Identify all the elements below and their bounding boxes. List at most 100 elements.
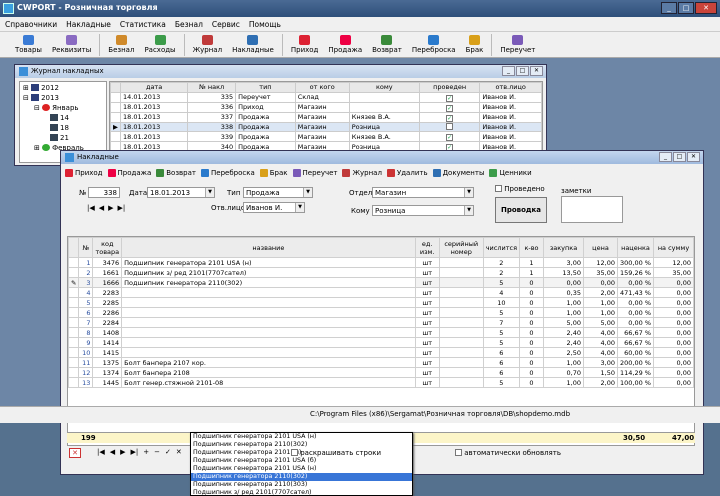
invoice-minimize-button[interactable]: _: [659, 152, 672, 162]
grid-row[interactable]: 8 1408 шт 5 0 2,40 4,00 66,67 % 0,00: [68, 327, 694, 338]
invoice-close-button[interactable]: ✕: [687, 152, 700, 162]
invoice-toolbar-button[interactable]: Продажа: [107, 169, 151, 177]
responsible-select[interactable]: Иванов И. ▼: [243, 202, 305, 213]
grid-row[interactable]: 12 1374 Болт банпера 2108 шт 6 0 0,70 1,50 114,2…: [68, 367, 694, 378]
grid-cancel-icon[interactable]: ✕: [176, 448, 182, 456]
maximize-button[interactable]: □: [678, 2, 694, 14]
grid-row[interactable]: 1 3476 Подшипник генератора 2101 USA (н) шт…: [68, 257, 694, 268]
menu-item[interactable]: Сервис: [207, 17, 244, 29]
tree-year-2013[interactable]: ⊟ 2013: [23, 94, 59, 102]
menu-item[interactable]: Безнал: [170, 17, 207, 29]
grid-add-icon[interactable]: +: [143, 448, 149, 456]
grid-column-header[interactable]: ед. изм.: [414, 237, 440, 258]
delete-row-icon[interactable]: ✕: [69, 448, 81, 458]
grid-row[interactable]: 11 1375 Болт банпера 2107 кор. шт 6 0 1,00 3,00…: [68, 357, 694, 368]
grid-edit-icon[interactable]: ✓: [165, 448, 171, 456]
nav-last-icon[interactable]: ▶|: [118, 204, 126, 212]
department-select[interactable]: Магазин ▼: [372, 187, 474, 198]
invoice-toolbar-button[interactable]: Ценники: [489, 169, 532, 177]
grid-row[interactable]: 10 1415 шт 6 0 2,50 4,00 60,00 % 0,00: [68, 347, 694, 358]
dropdown-option[interactable]: Подшипник генератора 2110(302): [191, 473, 412, 481]
menu-item[interactable]: Справочники: [0, 17, 61, 29]
tree-day-18[interactable]: 18: [50, 124, 69, 132]
journal-row[interactable]: 14.01.2013 335 Переучет Склад ✓ Иванов И.: [110, 91, 542, 103]
invoice-toolbar-button[interactable]: Документы: [432, 169, 484, 177]
menu-item[interactable]: Помощь: [244, 17, 285, 29]
type-select[interactable]: Продажа ▼: [243, 187, 313, 198]
dropdown-option[interactable]: Подшипник генератора 2110(303): [191, 481, 412, 489]
grid-column-header[interactable]: код товара: [92, 237, 123, 258]
tree-day-21[interactable]: 21: [50, 134, 69, 142]
grid-column-header[interactable]: на сумму: [653, 237, 694, 258]
date-dropdown-icon[interactable]: ▼: [205, 188, 214, 197]
grid-column-header[interactable]: название: [121, 237, 416, 258]
journal-column-header[interactable]: кому: [348, 82, 420, 93]
toolbar-button[interactable]: Реквизиты: [47, 32, 96, 54]
toolbar-button[interactable]: Переброска: [407, 32, 461, 54]
post-button[interactable]: Проводка: [495, 197, 547, 223]
minimize-button[interactable]: _: [661, 2, 677, 14]
toolbar-button[interactable]: Приход: [286, 32, 324, 54]
product-dropdown-list[interactable]: Подшипник генератора 2101 USA (н) Подшипн…: [190, 432, 413, 496]
close-button[interactable]: ✕: [695, 2, 717, 14]
grid-remove-icon[interactable]: −: [154, 448, 160, 456]
grid-column-header[interactable]: закупка: [543, 237, 584, 258]
grid-row[interactable]: 7 2284 шт 7 0 5,00 5,00 0,00 % 0,00: [68, 317, 694, 328]
tree-day-14[interactable]: 14: [50, 114, 69, 122]
toolbar-button[interactable]: Накладные: [227, 32, 279, 54]
journal-column-header[interactable]: № накл: [187, 82, 237, 93]
journal-close-button[interactable]: ✕: [530, 66, 543, 76]
grid-column-header[interactable]: к-во: [519, 237, 544, 258]
journal-column-header[interactable]: дата: [119, 82, 189, 93]
journal-row[interactable]: ▶ 18.01.2013 338 Продажа Магазин Розница Ивано…: [110, 121, 542, 132]
posted-checkbox[interactable]: Проведено: [495, 185, 545, 193]
journal-column-header[interactable]: от кого: [294, 82, 350, 93]
grid-column-header[interactable]: наценка: [617, 237, 654, 258]
grid-column-header[interactable]: цена: [583, 237, 618, 258]
notes-field[interactable]: [561, 196, 623, 223]
journal-column-header[interactable]: проведен: [418, 82, 481, 93]
journal-row[interactable]: 18.01.2013 339 Продажа Магазин Князев В.А. ✓ И…: [110, 131, 542, 142]
responsible-dropdown-icon[interactable]: ▼: [295, 203, 304, 212]
department-dropdown-icon[interactable]: ▼: [464, 188, 473, 197]
toolbar-button[interactable]: Переучет: [495, 32, 540, 54]
grid-row[interactable]: ✎ 3 1666 Подшипник генератора 2110(302) шт 5 0…: [68, 277, 694, 288]
menu-item[interactable]: Статистика: [115, 17, 170, 29]
recipient-select[interactable]: Розница ▼: [372, 205, 474, 216]
nav-prev-icon[interactable]: ◀: [99, 204, 104, 212]
dropdown-option[interactable]: Подшипник з/ ред 2101(7707сател): [191, 489, 412, 495]
grid-column-header[interactable]: №: [78, 237, 94, 258]
grid-column-header[interactable]: числится: [482, 237, 521, 258]
toolbar-button[interactable]: Расходы: [139, 32, 180, 54]
toolbar-button[interactable]: Брак: [461, 32, 489, 54]
grid-row[interactable]: 13 1445 Болт генер.стяжной 2101-08 шт 5 0 1,00…: [68, 377, 694, 388]
grid-row[interactable]: 4 2283 шт 4 0 0,35 2,00 471,43 % 0,00: [68, 287, 694, 298]
invoice-toolbar-button[interactable]: Возврат: [156, 169, 196, 177]
invoice-toolbar-button[interactable]: Удалить: [386, 169, 428, 177]
grid-next-icon[interactable]: ▶: [120, 448, 125, 456]
grid-row[interactable]: 2 1661 Подшипник з/ ред 2101(7707сател) шт 2…: [68, 267, 694, 278]
toolbar-button[interactable]: Безнал: [103, 32, 139, 54]
invoice-maximize-button[interactable]: □: [673, 152, 686, 162]
grid-last-icon[interactable]: ▶|: [131, 448, 139, 456]
color-rows-checkbox[interactable]: раскрашивать строки: [291, 449, 381, 457]
type-dropdown-icon[interactable]: ▼: [303, 188, 312, 197]
journal-column-header[interactable]: отв.лицо: [479, 82, 542, 93]
number-field[interactable]: 338: [88, 187, 120, 198]
invoice-toolbar-button[interactable]: Брак: [259, 169, 288, 177]
grid-prev-icon[interactable]: ◀: [110, 448, 115, 456]
nav-first-icon[interactable]: |◀: [87, 204, 95, 212]
grid-first-icon[interactable]: |◀: [97, 448, 105, 456]
toolbar-button[interactable]: Журнал: [188, 32, 227, 54]
journal-minimize-button[interactable]: _: [502, 66, 515, 76]
toolbar-button[interactable]: Продажа: [323, 32, 367, 54]
grid-column-header[interactable]: серийный номер: [438, 237, 484, 258]
invoice-toolbar-button[interactable]: Журнал: [342, 169, 382, 177]
menu-item[interactable]: Накладные: [61, 17, 115, 29]
grid-row[interactable]: 6 2286 шт 5 0 1,00 1,00 0,00 % 0,00: [68, 307, 694, 318]
dropdown-option[interactable]: Подшипник генератора 2101 USA (н): [191, 433, 412, 441]
toolbar-button[interactable]: Возврат: [367, 32, 407, 54]
journal-row[interactable]: 18.01.2013 336 Приход Магазин ✓ Иванов И.: [110, 101, 542, 113]
invoice-toolbar-button[interactable]: Переброска: [201, 169, 255, 177]
journal-maximize-button[interactable]: □: [516, 66, 529, 76]
